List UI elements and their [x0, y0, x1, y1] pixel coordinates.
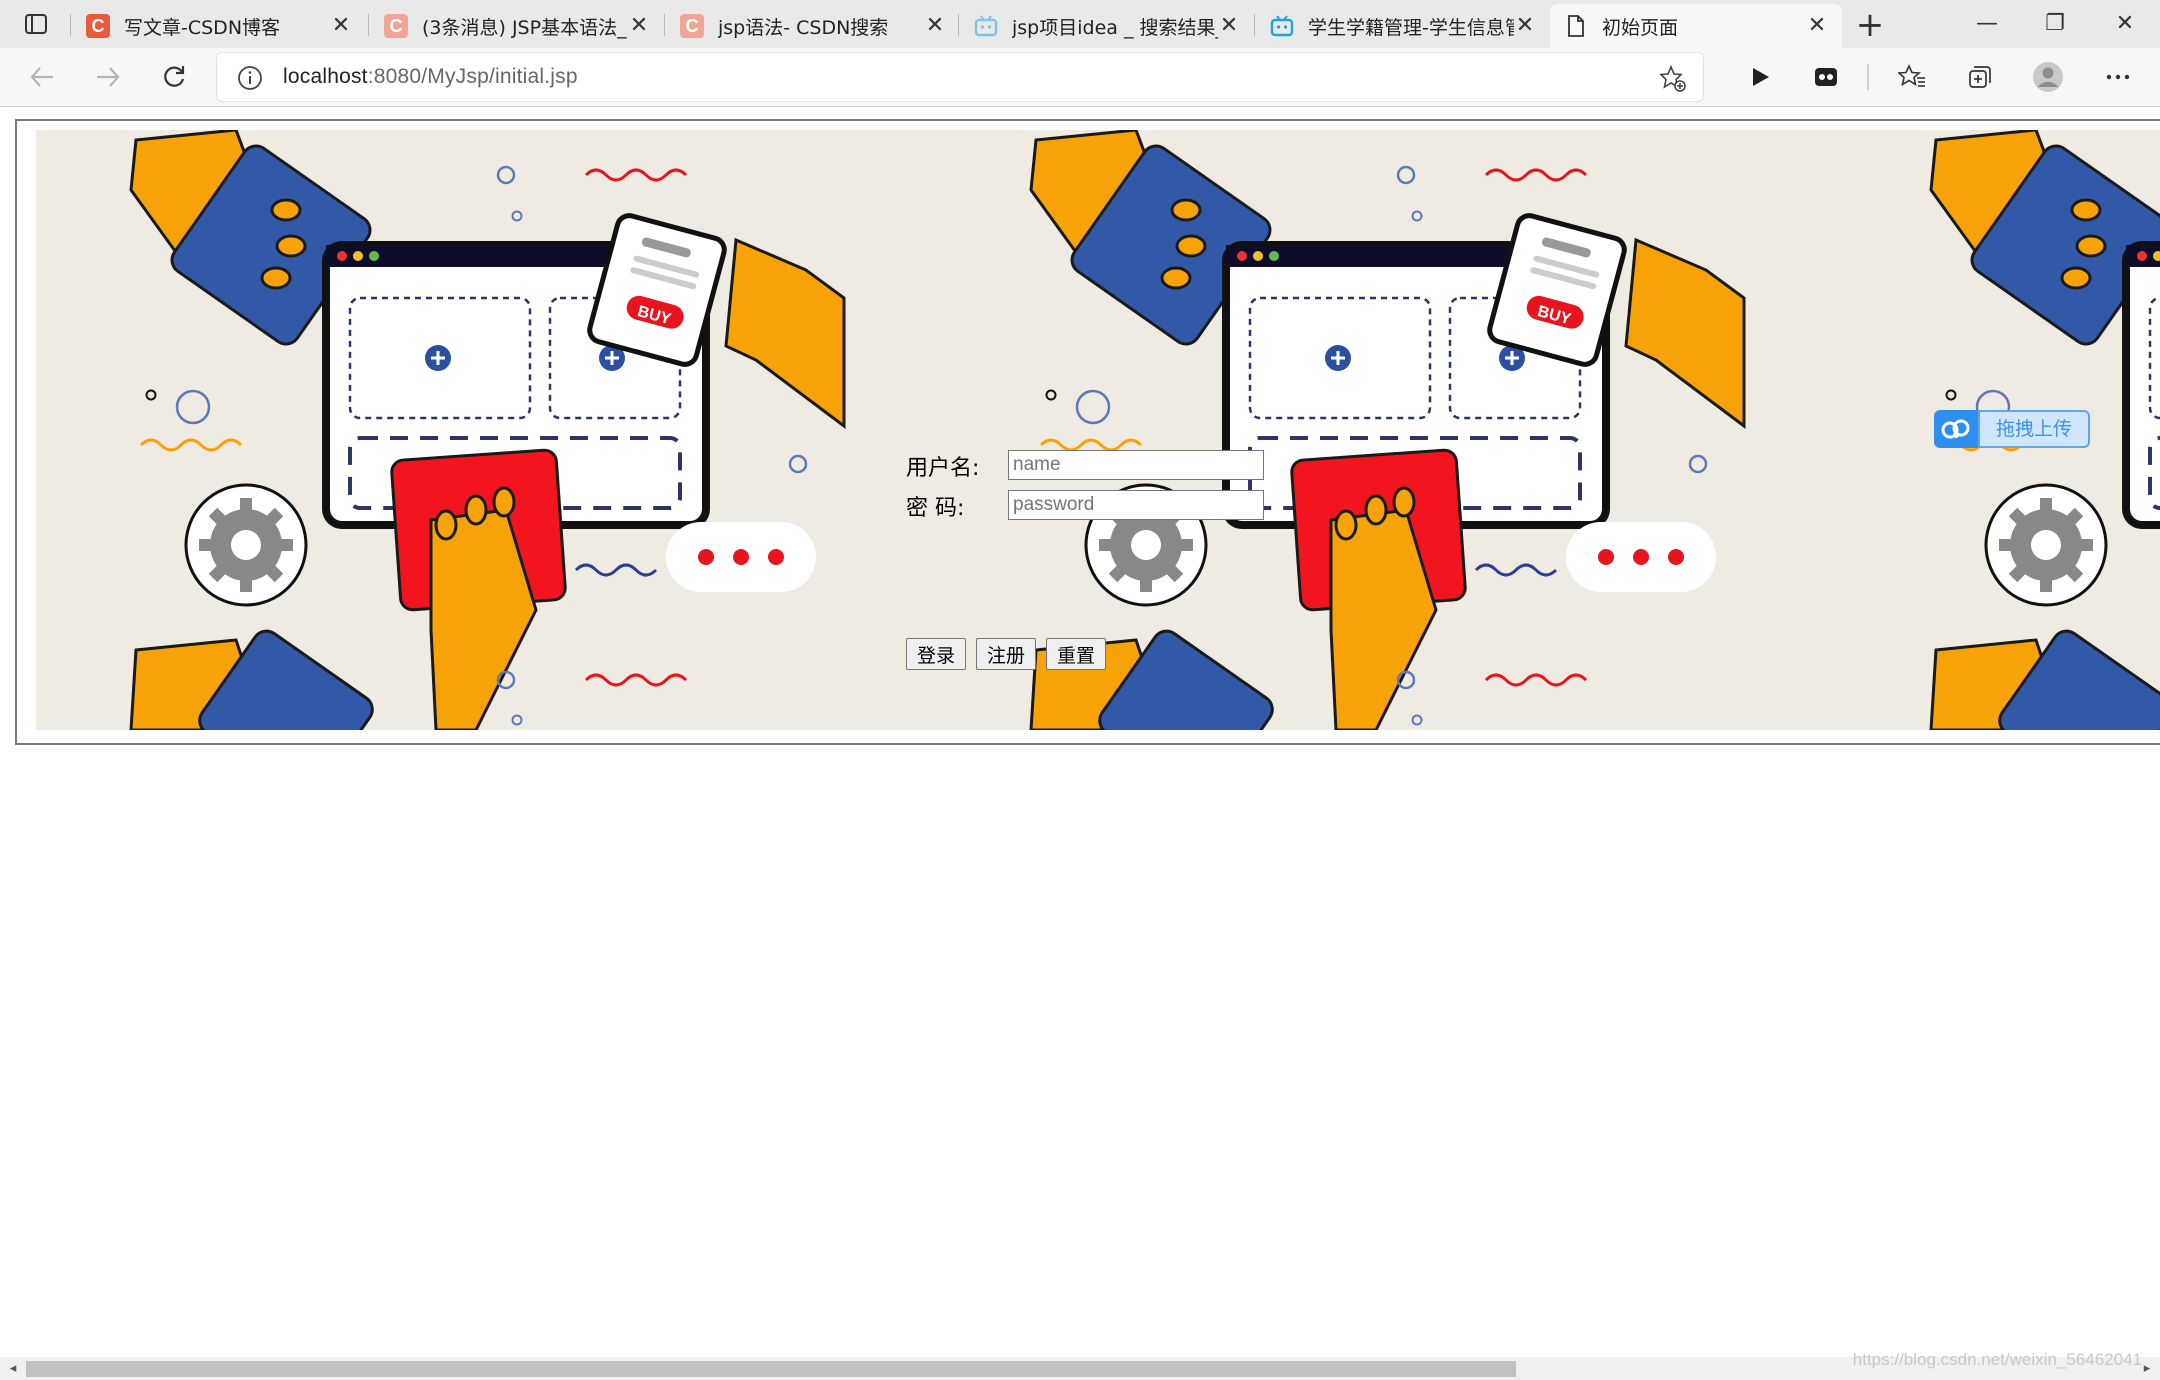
- back-arrow-icon: [30, 67, 53, 87]
- collections-icon: [1969, 66, 1991, 88]
- drag-upload-widget[interactable]: 拖拽上传: [1934, 410, 2090, 448]
- tab-strip: C 写文章-CSDN博客 ✕ C (3条消息) JSP基本语法_h ✕ C js…: [0, 0, 2160, 48]
- csdn-icon: C: [86, 14, 110, 38]
- favorites-button[interactable]: [1892, 57, 1932, 97]
- tab-title: 初始页面: [1602, 16, 1679, 39]
- login-button[interactable]: 登录: [906, 638, 967, 670]
- red-hand-illustration: [390, 448, 567, 730]
- address-bar[interactable]: localhost:8080/MyJsp/initial.jsp: [216, 52, 1704, 102]
- url-text: localhost:8080/MyJsp/initial.jsp: [283, 65, 578, 89]
- more-icon: [2106, 74, 2130, 80]
- restore-icon[interactable]: ❐: [2022, 4, 2088, 44]
- tab-actions-icon: [25, 14, 47, 34]
- favorites-icon: [1898, 64, 1925, 87]
- tab-separator: [664, 14, 665, 36]
- tab-1[interactable]: C (3条消息) JSP基本语法_h ✕: [370, 4, 664, 48]
- back-button[interactable]: [22, 57, 62, 97]
- register-button[interactable]: 注册: [976, 638, 1037, 670]
- play-icon: [1753, 68, 1769, 86]
- tab-separator: [958, 14, 959, 36]
- scrollbar-thumb[interactable]: [26, 1361, 1516, 1377]
- tab-separator: [70, 14, 71, 36]
- window-close-icon[interactable]: ✕: [2092, 4, 2158, 44]
- tab-actions-button[interactable]: [16, 10, 56, 38]
- horizontal-scrollbar[interactable]: ◂ ▸: [0, 1357, 2160, 1380]
- csdn-icon: C: [384, 14, 408, 38]
- url-host: localhost: [283, 65, 368, 88]
- tab-title: 写文章-CSDN博客: [124, 16, 281, 39]
- extension-button[interactable]: [1806, 57, 1846, 97]
- extension-icon: [1815, 68, 1837, 86]
- close-icon[interactable]: ✕: [628, 15, 650, 37]
- reload-icon: [164, 66, 185, 87]
- forward-button[interactable]: [88, 57, 128, 97]
- new-tab-icon[interactable]: +: [1852, 8, 1888, 42]
- reset-button[interactable]: 重置: [1046, 638, 1107, 670]
- close-icon[interactable]: ✕: [1514, 15, 1536, 37]
- tab-title: (3条消息) JSP基本语法_h: [422, 16, 628, 39]
- tab-2[interactable]: C jsp语法- CSDN搜索 ✕: [666, 4, 960, 48]
- url-path: :8080/MyJsp/initial.jsp: [367, 65, 578, 88]
- bilibili-icon: [974, 14, 998, 38]
- tab-separator: [368, 14, 369, 36]
- bottom-hand-illustration: [1929, 629, 2160, 730]
- forward-arrow-icon: [97, 67, 120, 87]
- scroll-left-icon[interactable]: ◂: [4, 1360, 22, 1378]
- add-favorite-icon[interactable]: [1659, 65, 1687, 93]
- info-icon[interactable]: [237, 65, 263, 91]
- drag-upload-label: 拖拽上传: [1978, 410, 2090, 448]
- csdn-icon: C: [680, 14, 704, 38]
- chat-bubble-illustration: [666, 522, 816, 592]
- profile-button[interactable]: [2028, 57, 2068, 97]
- close-icon[interactable]: ✕: [924, 15, 946, 37]
- close-icon[interactable]: ✕: [1806, 15, 1828, 37]
- watermark-text: https://blog.csdn.net/weixin_56462041: [1852, 1350, 2142, 1369]
- page-icon: [1564, 14, 1588, 38]
- browser-window-illustration: [2122, 241, 2160, 529]
- media-play-button[interactable]: [1740, 57, 1780, 97]
- gear-illustration: [1984, 483, 2108, 607]
- reload-button[interactable]: [154, 57, 194, 97]
- tab-title: jsp语法- CSDN搜索: [718, 16, 889, 39]
- tab-5-active[interactable]: 初始页面 ✕: [1550, 4, 1842, 48]
- password-input[interactable]: [1008, 490, 1264, 520]
- tab-0[interactable]: C 写文章-CSDN博客 ✕: [72, 4, 366, 48]
- bilibili-icon: [1270, 14, 1294, 38]
- close-icon[interactable]: ✕: [330, 15, 352, 37]
- tab-3[interactable]: jsp项目idea _ 搜索结果_h ✕: [960, 4, 1254, 48]
- more-menu-button[interactable]: [2098, 57, 2138, 97]
- browser-toolbar: localhost:8080/MyJsp/initial.jsp: [0, 48, 2160, 107]
- password-label: 密 码:: [906, 496, 965, 521]
- chat-bubble-illustration: [1566, 522, 1716, 592]
- tab-title: 学生学籍管理-学生信息管: [1308, 16, 1514, 39]
- gear-illustration: [184, 483, 308, 607]
- close-icon[interactable]: ✕: [1218, 15, 1240, 37]
- username-label: 用户名:: [906, 456, 980, 481]
- illustration-tile: BUY: [129, 130, 846, 730]
- bottom-hand-illustration: [129, 629, 374, 730]
- tab-separator: [1254, 14, 1255, 36]
- red-hand-illustration: [1290, 448, 1467, 730]
- collections-button[interactable]: [1960, 57, 2000, 97]
- tab-title: jsp项目idea _ 搜索结果_h: [1012, 16, 1218, 39]
- tab-4[interactable]: 学生学籍管理-学生信息管 ✕: [1256, 4, 1550, 48]
- username-input[interactable]: [1008, 450, 1264, 480]
- minimize-icon[interactable]: —: [1954, 4, 2020, 44]
- toolbar-separator: [1867, 64, 1869, 90]
- avatar-icon: [2033, 62, 2063, 92]
- cloud-icon: [1934, 410, 1978, 448]
